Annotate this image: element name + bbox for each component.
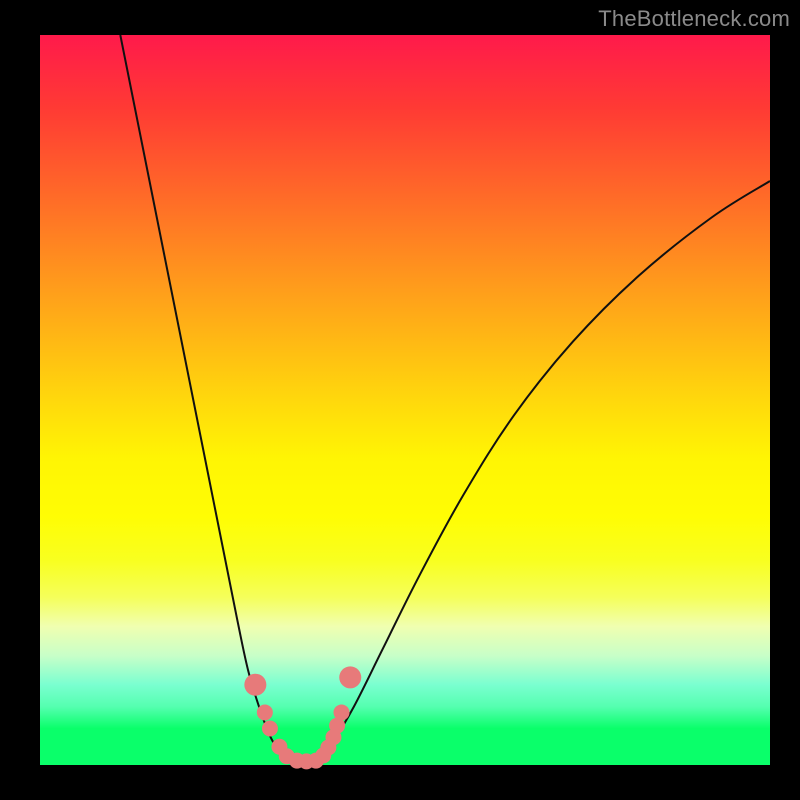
highlight-marker [257, 704, 273, 720]
left-branch-path [120, 35, 288, 761]
highlight-marker [333, 704, 349, 720]
highlight-marker [262, 721, 278, 737]
chart-container: TheBottleneck.com [0, 0, 800, 800]
watermark-text: TheBottleneck.com [598, 6, 790, 32]
right-branch-path [317, 181, 770, 761]
highlight-marker [339, 666, 361, 688]
plot-area [40, 35, 770, 765]
highlight-marker [244, 674, 266, 696]
curve-svg [40, 35, 770, 765]
marker-group [244, 666, 361, 769]
